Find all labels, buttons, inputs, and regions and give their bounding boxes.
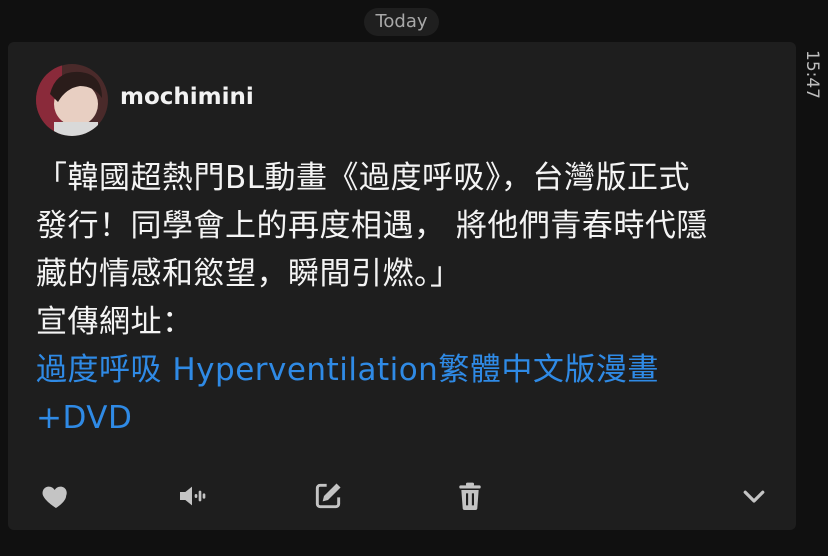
author-name[interactable]: mochimini bbox=[120, 84, 254, 110]
avatar[interactable] bbox=[36, 64, 108, 136]
edit-button[interactable] bbox=[310, 478, 346, 514]
like-button[interactable] bbox=[38, 478, 74, 514]
message-line: 「韓國超熱門BL動畫《過度呼吸》，台灣版正式 bbox=[36, 160, 691, 196]
message-body: 「韓國超熱門BL動畫《過度呼吸》，台灣版正式 發行！同學會上的再度相遇， 將他們… bbox=[36, 154, 776, 442]
edit-icon bbox=[315, 483, 341, 509]
delete-button[interactable] bbox=[452, 478, 488, 514]
message-line: 宣傳網址： bbox=[36, 304, 194, 340]
timestamp-rail: 15:47 bbox=[800, 42, 828, 152]
promo-link[interactable]: +DVD bbox=[36, 394, 776, 442]
heart-icon bbox=[42, 486, 67, 508]
message-line: 發行！同學會上的再度相遇， 將他們青春時代隱 bbox=[36, 208, 708, 244]
timestamp: 15:47 bbox=[802, 50, 822, 99]
promo-link[interactable]: 過度呼吸 Hyperventilation繁體中文版漫畫 bbox=[36, 346, 776, 394]
date-separator: Today bbox=[364, 8, 439, 36]
speaker-icon bbox=[180, 486, 206, 506]
trash-icon bbox=[459, 482, 481, 510]
speak-button[interactable] bbox=[174, 478, 210, 514]
chevron-down-icon bbox=[743, 490, 765, 503]
expand-button[interactable] bbox=[736, 478, 772, 514]
message-actions bbox=[36, 478, 776, 514]
message-card: mochimini 「韓國超熱門BL動畫《過度呼吸》，台灣版正式 發行！同學會上… bbox=[8, 42, 796, 530]
message-line: 藏的情感和慾望，瞬間引燃。」 bbox=[36, 256, 462, 292]
